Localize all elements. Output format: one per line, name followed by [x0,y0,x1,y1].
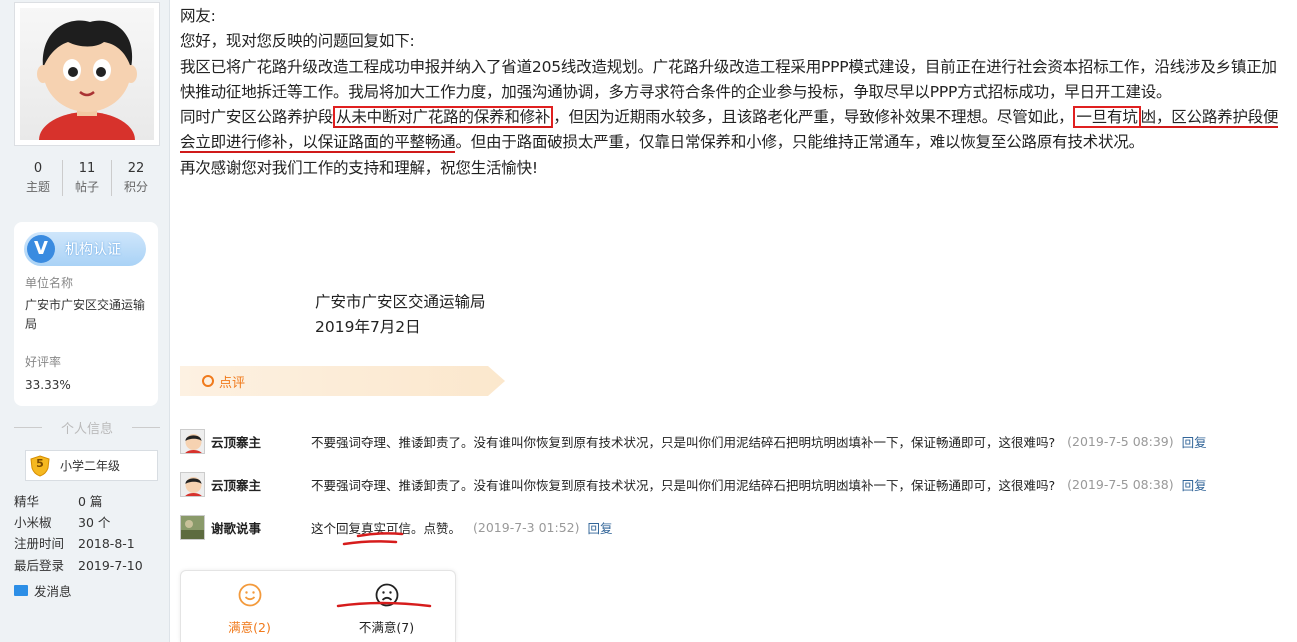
field-digest: 精华 0 篇 [14,491,102,510]
commenter-avatar[interactable] [180,514,205,540]
verified-v-icon: V [27,235,55,263]
author-stats: 0 主题 11 帖子 22 积分 [14,160,160,196]
text-segment: 同时广安区公路养护段 [180,108,334,127]
underlined-text: 立即进行修补 [195,133,288,154]
cartoon-boy-avatar-icon [37,20,137,140]
reply-intro: 您好，现对您反映的问题回复如下: [180,32,415,51]
cert-badge-label: 机构认证 [65,242,121,258]
personal-info-title: 个人信息 [14,418,160,437]
comment-time: (2019-7-5 08:39) [1067,433,1174,449]
text-segment: ，但因为近期雨水较多，且该路老化严重，导致修补效果不理想。尽管如此， [553,108,1074,127]
official-reply: 网友: 您好，现对您反映的问题回复如下: 我区已将广花路升级改造工程成功申报并纳… [180,4,1292,181]
field-key: 最后登录 [14,558,65,573]
landscape-photo-avatar-icon [181,515,204,539]
field-key: 精华 [14,494,40,509]
unit-name-label: 单位名称 [25,276,74,290]
unsatisfied-button[interactable]: 不满意(7) [318,571,455,642]
reply-closing: 再次感谢您对我们工作的支持和理解，祝您生活愉快! [180,158,538,177]
grade-name: 小学二年级 [60,459,121,473]
cartoon-boy-avatar-icon [181,472,204,496]
grade-shield-icon: 5 [30,454,50,477]
comment-row: 云顶寨主 不要强词夺理、推诿卸责了。没有谁叫你恢复到原有技术状况，只是叫你们用泥… [180,471,1207,497]
highlight-box: 一旦有坑 [1073,106,1141,129]
stat-label: 主题 [25,180,50,194]
user-grade: 5 小学二年级 [25,450,158,481]
text-segment: 。但由于路面破损太严重，仅靠日常保养和小修，只能维持正常通车，难以恢复至公路原有… [455,133,1144,152]
comment-time: (2019-7-5 08:38) [1067,476,1174,492]
reply-signature: 广安市广安区交通运输局 2019年7月2日 [315,290,486,340]
commenter-name[interactable]: 云顶寨主 [211,432,311,451]
commenter-avatar[interactable] [180,428,205,454]
stat-topics[interactable]: 0 主题 [14,160,63,196]
comment-row: 云顶寨主 不要强词夺理、推诿卸责了。没有谁叫你恢复到原有技术状况，只是叫你们用泥… [180,428,1207,454]
send-message-link[interactable]: 发消息 [14,581,72,600]
frown-face-icon [375,583,398,607]
signature-date: 2019年7月2日 [315,318,421,336]
field-key: 注册时间 [14,536,65,551]
reply-paragraph-2: 同时广安区公路养护段 从未中断对广花路的保养和修补 ，但因为近期雨水较多，且该路老化… [180,105,1292,156]
field-value: 0 篇 [78,494,103,509]
field-value: 2019-7-10 [78,558,143,573]
grade-level: 5 [36,456,44,470]
underlined-text: ，以保证路面的 [287,133,395,154]
reply-greeting: 网友: [180,7,216,25]
good-rate-value: 33.33% [25,378,71,392]
reply-link[interactable]: 回复 [1182,432,1207,451]
reply-link[interactable]: 回复 [588,518,613,537]
field-peppers: 小米椒 30 个 [14,512,110,531]
comment-row: 谢歌说事 这个回复真实可信。点赞。 (2019-7-3 01:52) 回复 [180,514,613,540]
underlined-text: 平整畅通 [394,133,456,154]
stat-number: 0 [33,161,43,176]
reply-link[interactable]: 回复 [1182,475,1207,494]
stat-number: 11 [78,161,96,176]
stat-label: 积分 [123,180,148,194]
comment-tab[interactable]: 点评 [180,366,505,396]
envelope-icon [14,585,28,596]
stat-points[interactable]: 22 积分 [112,160,160,196]
signature-org: 广安市广安区交通运输局 [315,293,486,311]
stat-label: 帖子 [74,180,99,194]
smile-face-icon [238,583,261,607]
comment-text: 这个回复真实可信。点赞。 [311,520,462,536]
comment-time: (2019-7-3 01:52) [473,519,580,535]
commenter-avatar[interactable] [180,471,205,497]
field-key: 小米椒 [14,515,52,530]
reply-paragraph-1: 我区已将广花路升级改造工程成功申报并纳入了省道205线改造规划。广花路升级改造工… [180,57,1277,101]
rating-panel: 满意(2) 不满意(7) [180,570,456,642]
institution-cert-card: V 机构认证 单位名称 广安市广安区交通运输局 好评率 33.33% [14,222,158,406]
unsatisfied-label: 不满意(7) [358,620,415,635]
author-sidebar: 0 主题 11 帖子 22 积分 V 机构认证 单位名称 广安市广安区交通运输局… [0,0,170,642]
commenter-name[interactable]: 云顶寨主 [211,475,311,494]
send-message-label: 发消息 [34,584,72,599]
field-last-login: 最后登录 2019-7-10 [14,555,143,574]
satisfied-label: 满意(2) [228,620,271,635]
good-rate-label: 好评率 [25,355,62,369]
comment-tab-label: 点评 [219,375,246,391]
field-value: 30 个 [78,515,111,530]
comment-text: 不要强词夺理、推诿卸责了。没有谁叫你恢复到原有技术状况，只是叫你们用泥结碎石把明… [311,434,1056,450]
comment-circle-icon [202,375,214,387]
field-register-time: 注册时间 2018-8-1 [14,533,135,552]
field-value: 2018-8-1 [78,536,135,551]
stat-number: 22 [127,161,145,176]
institution-cert-badge: V 机构认证 [24,232,146,266]
highlight-box: 从未中断对广花路的保养和修补 [333,106,554,129]
commenter-name[interactable]: 谢歌说事 [211,518,311,537]
satisfied-button[interactable]: 满意(2) [181,571,318,642]
author-avatar[interactable] [14,2,160,146]
underlined-text: 凼 [1140,108,1156,129]
reply-main: 网友: 您好，现对您反映的问题回复如下: 我区已将广花路升级改造工程成功申报并纳… [180,0,1297,642]
comment-text: 不要强词夺理、推诿卸责了。没有谁叫你恢复到原有技术状况，只是叫你们用泥结碎石把明… [311,477,1056,493]
stat-posts[interactable]: 11 帖子 [63,160,112,196]
cartoon-boy-avatar-icon [181,429,204,453]
unit-name-value: 广安市广安区交通运输局 [25,298,146,331]
